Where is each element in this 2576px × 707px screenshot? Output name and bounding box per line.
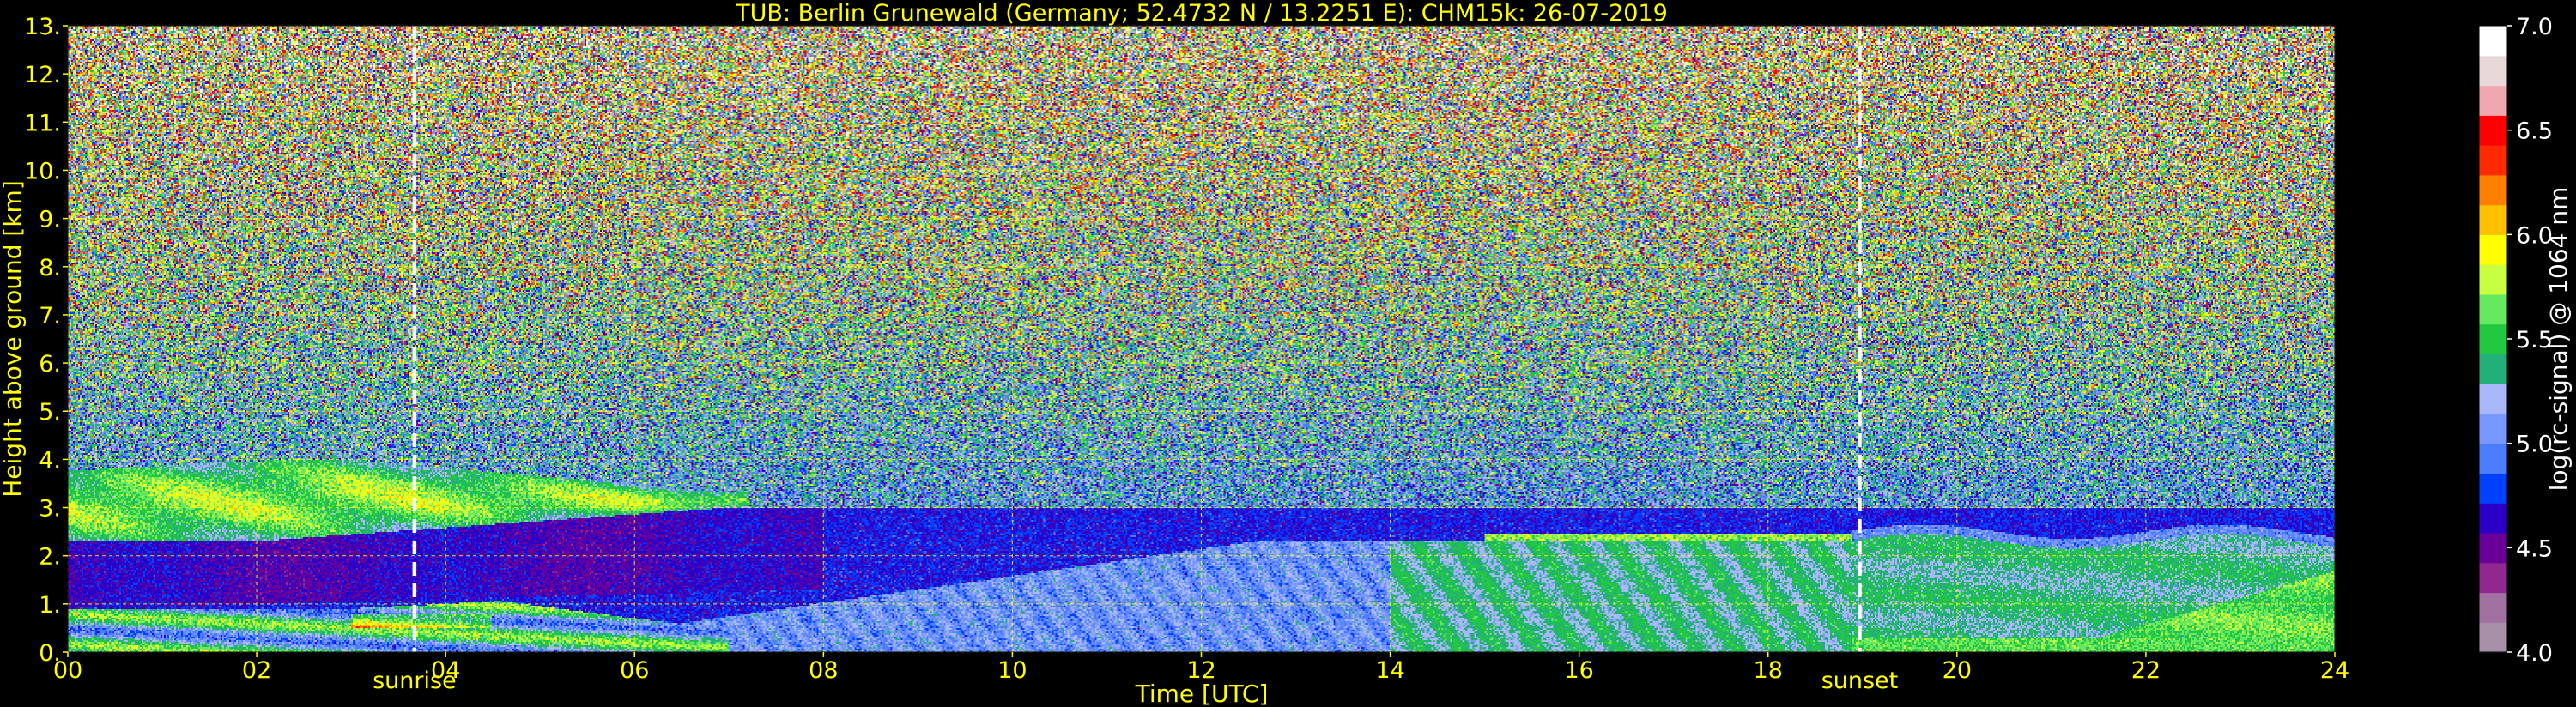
x-axis-label: Time [UTC] [1135,680,1269,707]
colorbar-swatch [2479,115,2507,146]
colorbar-tick-label: 6.5 [2516,118,2553,145]
y-tick-label: 11. [24,110,61,136]
x-tick-label: 16 [1564,657,1593,684]
backscatter-heatmap [68,26,2335,652]
y-tick-label: 1. [39,592,61,619]
colorbar-swatch [2479,204,2507,235]
y-tick-label: 6. [39,351,61,378]
y-tick-label: 3. [39,496,61,523]
y-tick-label: 0. [39,640,61,667]
plot-area: sunrise sunset [67,25,2336,694]
colorbar-swatch [2479,55,2507,87]
chart-title: TUB: Berlin Grunewald (Germany; 52.4732 … [735,0,1668,27]
colorbar-swatch [2479,85,2507,116]
sunset-label: sunset [1821,668,1899,694]
y-tick-label: 2. [39,544,61,571]
y-tick-label: 12. [24,62,61,88]
colorbar-tick-label: 7.0 [2516,14,2553,40]
x-tick-label: 14 [1375,657,1404,684]
colorbar-tick-label: 4.5 [2516,535,2553,562]
colorbar-swatch [2479,413,2507,444]
colorbar-swatch [2479,354,2507,384]
colorbar-swatches [2479,26,2507,653]
y-tick-label: 10. [24,158,61,184]
colorbar-swatch [2479,26,2507,57]
colorbar-swatch [2479,473,2507,504]
colorbar-swatch [2479,264,2507,295]
colorbar-swatch [2479,562,2507,594]
colorbar-swatch [2479,384,2507,414]
x-tick-label: 10 [997,657,1027,684]
y-tick-label: 4. [39,447,61,474]
y-axis-label: Height above ground [km] [0,180,27,498]
colorbar-swatch [2479,592,2507,623]
y-tick-label: 8. [39,255,61,281]
ceilometer-chart: TUB: Berlin Grunewald (Germany; 52.4732 … [0,0,2576,707]
x-tick-label: 24 [2320,657,2349,684]
y-tick-label: 7. [39,303,61,329]
x-tick-label: 04 [431,657,460,684]
x-tick-label: 02 [242,657,271,684]
colorbar-swatch [2479,532,2507,564]
colorbar-tick-label: 4.0 [2516,640,2553,667]
y-tick-label: 5. [39,399,61,426]
colorbar-swatch [2479,293,2507,325]
x-tick-label: 08 [809,657,838,684]
y-tick-label: 13. [24,14,61,40]
colorbar-swatch [2479,443,2507,474]
x-tick-label: 22 [2131,657,2161,684]
colorbar-swatch [2479,174,2507,206]
colorbar-swatch [2479,323,2507,354]
colorbar-swatch [2479,503,2507,534]
x-tick-label: 06 [620,657,649,684]
colorbar-label: log(rc-signal) @ 1064 nm [2544,187,2573,492]
colorbar-swatch [2479,622,2507,653]
x-tick-label: 20 [1943,657,1972,684]
y-tick-label: 9. [39,207,61,233]
x-tick-label: 18 [1754,657,1783,684]
colorbar-swatch [2479,234,2507,265]
colorbar-swatch [2479,145,2507,176]
